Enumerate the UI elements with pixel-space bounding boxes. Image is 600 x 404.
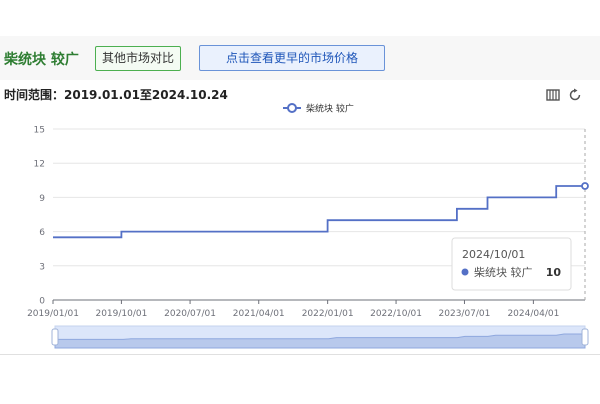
y-tick-label: 9 (39, 194, 45, 204)
x-tick-label: 2021/04/01 (233, 309, 285, 319)
x-tick-label: 2024/04/01 (507, 309, 559, 319)
y-tick-label: 0 (39, 297, 45, 307)
zoom-handle[interactable] (581, 328, 589, 346)
x-tick-label: 2022/01/01 (302, 309, 354, 319)
compare-markets-button[interactable]: 其他市场对比 (95, 46, 181, 71)
x-tick-label: 2019/10/01 (95, 309, 147, 319)
x-tick-label: 2023/07/01 (439, 309, 491, 319)
x-tick-label: 2022/10/01 (370, 309, 422, 319)
x-tick-label: 2020/07/01 (164, 309, 216, 319)
earlier-prices-button[interactable]: 点击查看更早的市场价格 (199, 45, 385, 71)
chart-legend[interactable]: 柴统块 较广 (283, 103, 354, 115)
y-tick-label: 6 (39, 228, 45, 238)
x-tick-label: 2019/01/01 (27, 309, 79, 319)
y-tick-label: 3 (39, 262, 45, 272)
zoom-handle[interactable] (51, 328, 59, 346)
tooltip-series: 柴统块 较广 (474, 265, 533, 279)
page-title: 柴统块 较广 (4, 52, 79, 68)
price-chart: 柴统块 较广 0 3 6 9 12 15 2019/01/01 2019/10/01 2020… (27, 103, 589, 349)
tooltip-value: 10 (546, 266, 562, 279)
tooltip-date: 2024/10/01 (462, 248, 525, 261)
divider (0, 354, 600, 355)
y-tick-label: 15 (34, 126, 45, 136)
series-line (53, 185, 585, 239)
legend-label: 柴统块 较广 (306, 103, 354, 115)
chart-tooltip: 2024/10/01 柴统块 较广 10 (451, 237, 572, 291)
y-tick-label: 12 (34, 160, 45, 170)
data-zoom-slider[interactable] (51, 325, 589, 349)
data-point (581, 182, 589, 190)
